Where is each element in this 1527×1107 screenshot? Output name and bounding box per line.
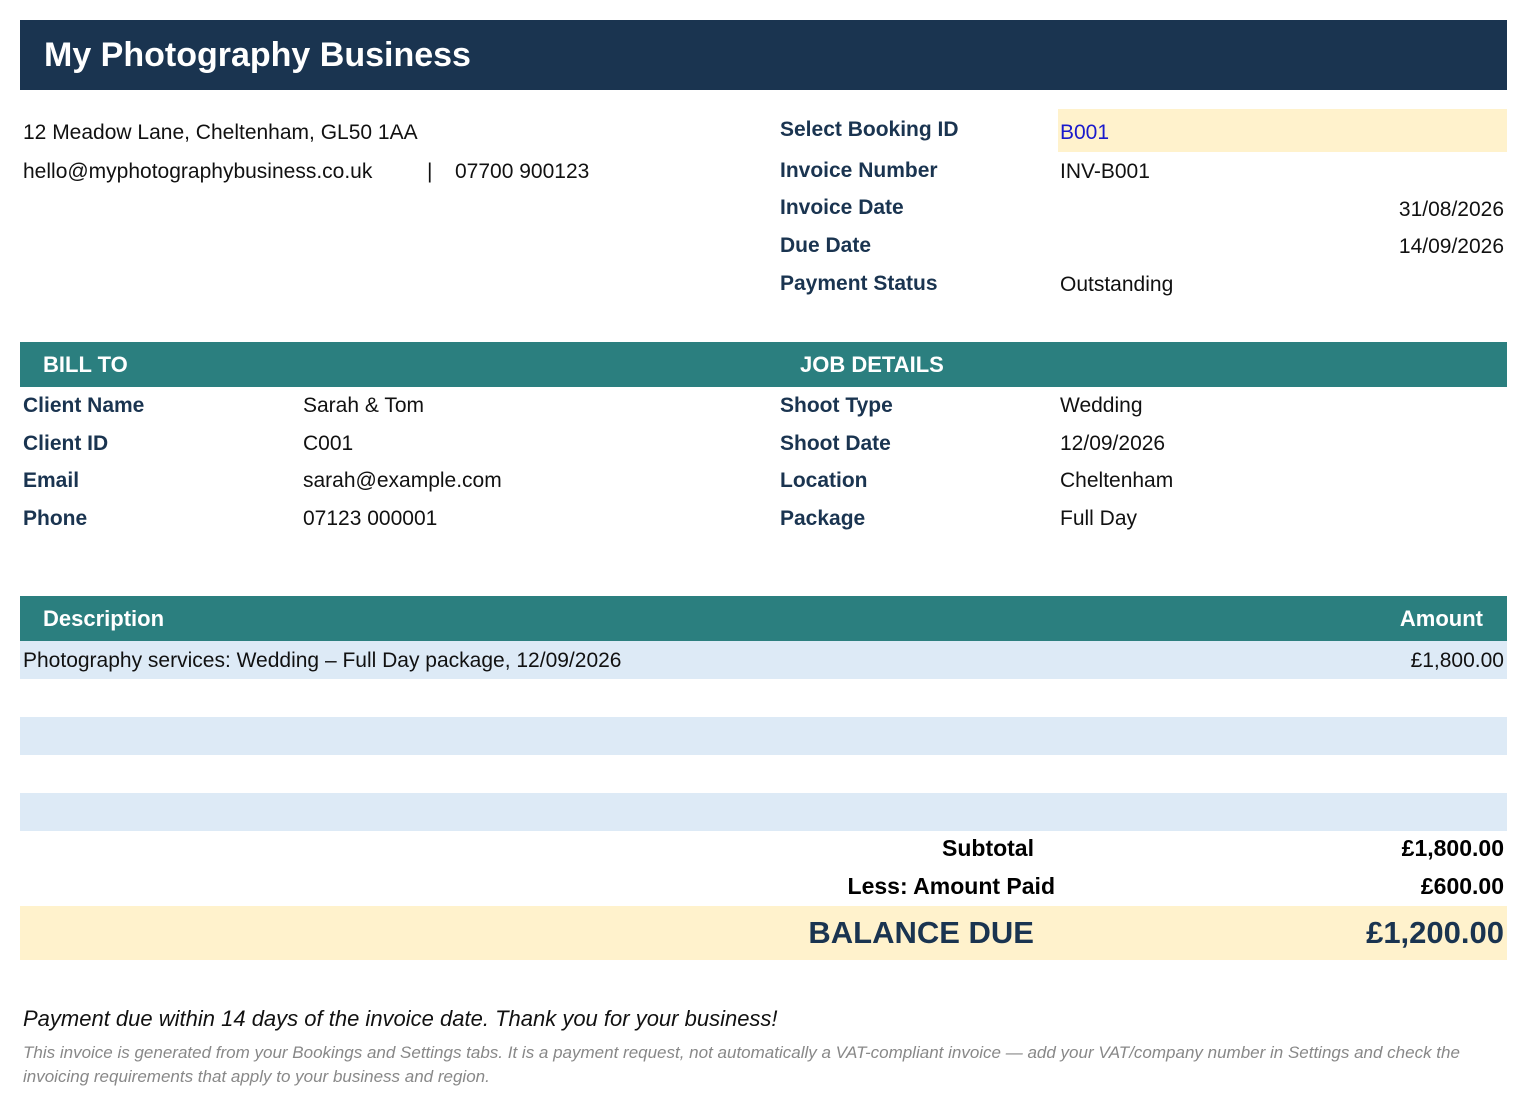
disclaimer-text: This invoice is generated from your Book… [23, 1043, 1460, 1086]
client-id-value: C001 [303, 432, 354, 455]
shoot-type-label: Shoot Type [780, 394, 893, 417]
subtotal-value: £1,800.00 [1401, 835, 1504, 861]
payment-note: Payment due within 14 days of the invoic… [23, 1006, 778, 1031]
due-date-value: 14/09/2026 [1398, 235, 1504, 258]
table-row [20, 679, 1507, 717]
table-row [20, 755, 1507, 793]
table-row [20, 717, 1507, 755]
invoice-date-label: Invoice Date [780, 196, 904, 219]
balance-due-value: £1,200.00 [1366, 915, 1504, 950]
amount-paid-label: Less: Amount Paid [847, 873, 1055, 899]
location-label: Location [780, 469, 868, 492]
job-details-header: JOB DETAILS [800, 352, 944, 377]
booking-id-select[interactable]: B001 [1058, 109, 1507, 152]
client-phone-value: 07123 000001 [303, 507, 438, 530]
amount-paid-value: £600.00 [1420, 873, 1504, 899]
location-value: Cheltenham [1060, 469, 1174, 492]
shoot-date-label: Shoot Date [780, 432, 891, 455]
business-email: hello@myphotographybusiness.co.uk [23, 160, 373, 183]
client-phone-label: Phone [23, 507, 88, 530]
shoot-date-value: 12/09/2026 [1060, 432, 1166, 455]
invoice-number-value: INV-B001 [1060, 160, 1150, 183]
client-name-label: Client Name [23, 394, 145, 417]
package-label: Package [780, 507, 866, 530]
line-item-description: Photography services: Wedding – Full Day… [23, 649, 622, 672]
shoot-type-value: Wedding [1060, 394, 1143, 417]
line-items-header-bar: Description Amount [20, 596, 1507, 641]
balance-due-label: BALANCE DUE [808, 915, 1034, 950]
balance-due-band: BALANCE DUE £1,200.00 [20, 906, 1507, 960]
bill-job-header-bar: BILL TO JOB DETAILS [20, 342, 1507, 387]
amount-header: Amount [1399, 606, 1483, 631]
business-name: My Photography Business [44, 36, 471, 74]
client-name-value: Sarah & Tom [303, 394, 425, 417]
invoice-date-value: 31/08/2026 [1398, 198, 1504, 221]
business-phone: 07700 900123 [455, 160, 590, 183]
invoice-number-label: Invoice Number [780, 159, 938, 182]
client-id-label: Client ID [23, 432, 109, 455]
booking-id-label: Select Booking ID [780, 118, 959, 141]
due-date-label: Due Date [780, 234, 872, 257]
title-bar: My Photography Business [20, 20, 1507, 90]
description-header: Description [43, 606, 165, 631]
client-email-label: Email [23, 469, 80, 492]
subtotal-label: Subtotal [942, 835, 1034, 861]
bill-to-header: BILL TO [43, 352, 128, 377]
business-address: 12 Meadow Lane, Cheltenham, GL50 1AA [23, 121, 418, 144]
package-value: Full Day [1060, 507, 1138, 530]
table-row: Photography services: Wedding – Full Day… [20, 641, 1507, 679]
table-row [20, 793, 1507, 831]
contact-separator: | [427, 160, 433, 183]
payment-status-value: Outstanding [1060, 273, 1174, 296]
payment-status-label: Payment Status [780, 272, 938, 295]
line-item-amount: £1,800.00 [1410, 649, 1504, 672]
booking-id-value[interactable]: B001 [1060, 121, 1109, 145]
client-email-value: sarah@example.com [303, 469, 502, 492]
